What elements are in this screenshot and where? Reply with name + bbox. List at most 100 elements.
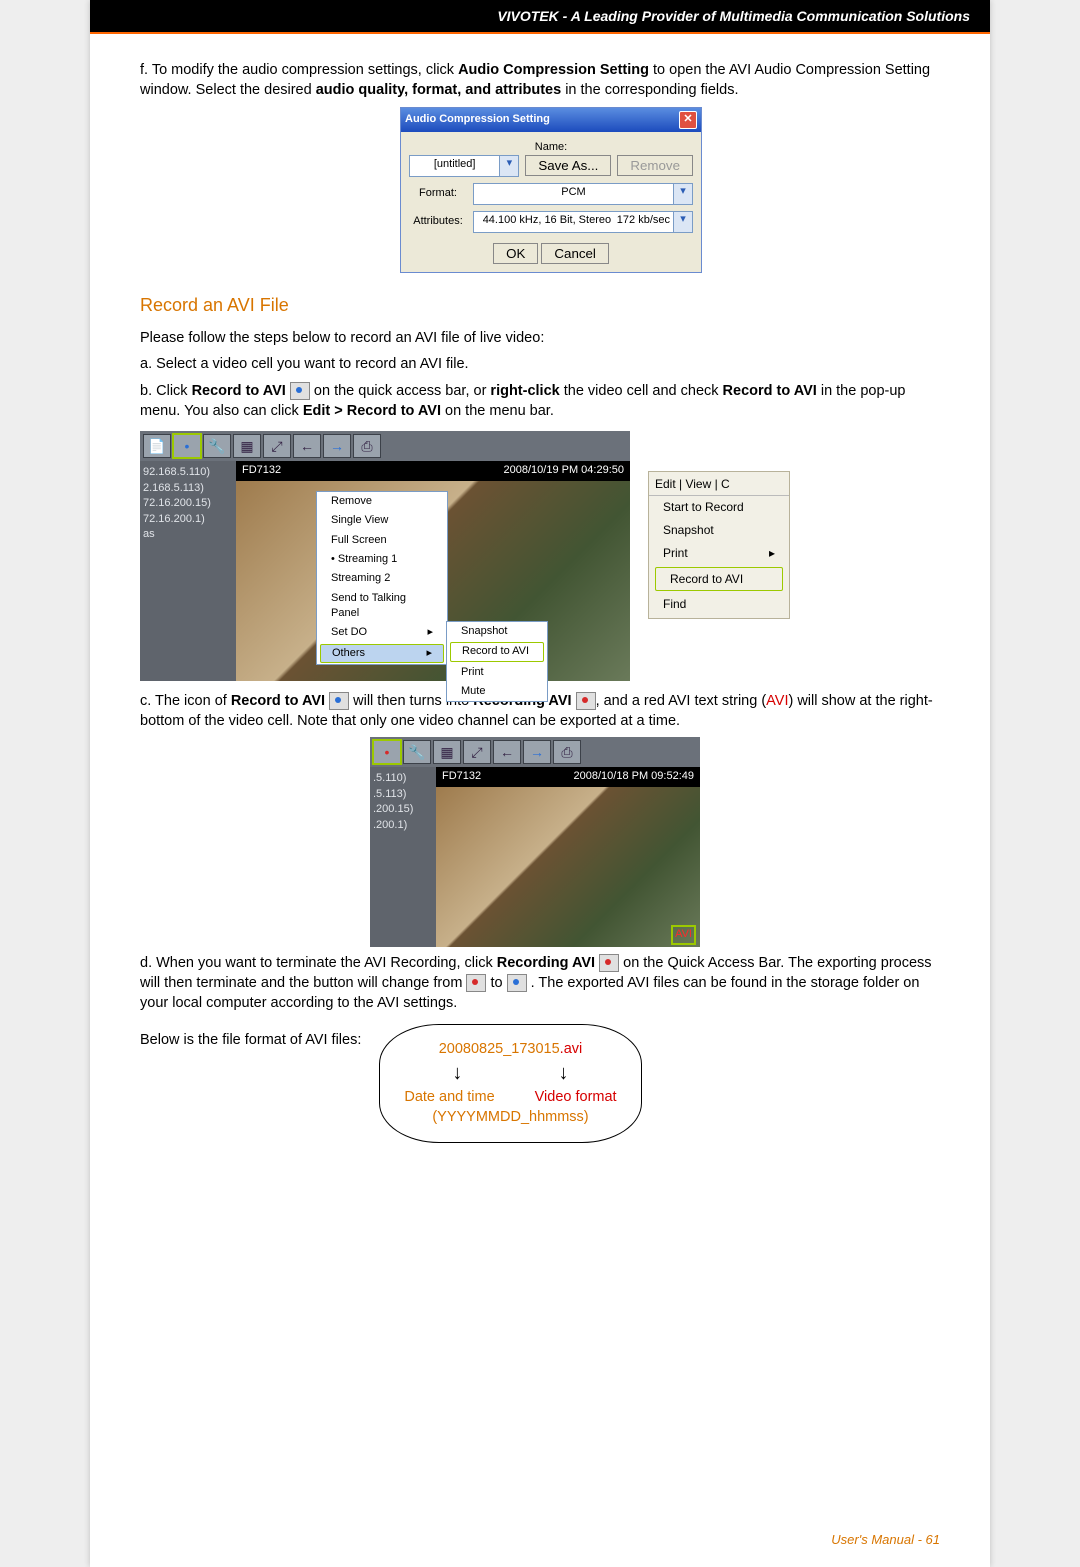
- toolbar-btn[interactable]: 🔧: [203, 434, 231, 458]
- toolbar-btn[interactable]: ⎙: [353, 434, 381, 458]
- menu-item[interactable]: Mute: [447, 682, 547, 701]
- menu-item[interactable]: Snapshot: [649, 519, 789, 542]
- menu-item[interactable]: Single View: [317, 511, 447, 530]
- list-item[interactable]: as: [143, 527, 233, 542]
- text: on the menu bar.: [441, 403, 554, 419]
- menu-item[interactable]: Set DO▸: [317, 623, 447, 642]
- bold-text: Record to AVI: [231, 693, 325, 709]
- below-text: Below is the file format of AVI files:: [140, 1024, 361, 1050]
- list-item[interactable]: .5.110): [373, 771, 433, 786]
- recording-avi-button[interactable]: •: [373, 740, 401, 764]
- avi-badge: AVI: [671, 925, 696, 944]
- attributes-select[interactable]: 44.100 kHz, 16 Bit, Stereo 172 kb/sec: [473, 211, 674, 233]
- name-input[interactable]: [untitled]: [409, 155, 500, 177]
- menu-item[interactable]: Full Screen: [317, 531, 447, 550]
- list-item[interactable]: .5.113): [373, 787, 433, 802]
- forward-button[interactable]: →: [523, 740, 551, 764]
- record-avi-icon: [290, 382, 310, 400]
- menu-item[interactable]: Send to Talking Panel: [317, 589, 447, 624]
- step-f: f. To modify the audio compression setti…: [140, 60, 940, 101]
- list-item[interactable]: .200.1): [373, 818, 433, 833]
- menu-tabs[interactable]: Edit | View | C: [649, 474, 789, 496]
- timestamp: 2008/10/18 PM 09:52:49: [574, 769, 694, 784]
- video-format-label: Video format: [535, 1087, 617, 1107]
- recording-avi-icon: [466, 974, 486, 992]
- list-item[interactable]: 2.168.5.113): [143, 481, 233, 496]
- file-extension: .avi: [560, 1041, 583, 1057]
- menu-item-others[interactable]: Others▸: [320, 644, 444, 663]
- cancel-button[interactable]: Cancel: [541, 243, 609, 264]
- toolbar-btn[interactable]: ⤢: [263, 434, 291, 458]
- bold-text: Edit > Record to AVI: [303, 403, 441, 419]
- page-content: f. To modify the audio compression setti…: [90, 34, 990, 1163]
- camera-name: FD7132: [242, 463, 281, 478]
- date-format-pattern: (YYYYMMDD_hhmmss): [404, 1107, 616, 1127]
- toolbar-btn[interactable]: 📄: [143, 434, 171, 458]
- text: c. The icon of: [140, 693, 231, 709]
- record-avi-icon: [329, 692, 349, 710]
- save-as-button[interactable]: Save As...: [525, 155, 611, 176]
- camera-ip-list: .5.110) .5.113) .200.15) .200.1): [370, 767, 436, 946]
- chevron-down-icon[interactable]: ▾: [674, 211, 693, 233]
- date-time-label: Date and time: [404, 1087, 494, 1107]
- text: in the corresponding fields.: [561, 82, 738, 98]
- name-label: Name:: [409, 140, 693, 155]
- video-cell[interactable]: AVI: [436, 787, 700, 947]
- text: f. To modify the audio compression setti…: [140, 62, 458, 78]
- bold-text: Record to AVI: [192, 383, 286, 399]
- toolbar-btn[interactable]: ⤢: [463, 740, 491, 764]
- toolbar-btn[interactable]: ⎙: [553, 740, 581, 764]
- intro-text: Please follow the steps below to record …: [140, 328, 940, 348]
- chevron-down-icon[interactable]: ▾: [500, 155, 519, 177]
- menu-item[interactable]: • Streaming 1: [317, 550, 447, 569]
- menu-item[interactable]: Streaming 2: [317, 569, 447, 588]
- format-select[interactable]: PCM: [473, 183, 674, 205]
- bold-text: Audio Compression Setting: [458, 62, 649, 78]
- bold-text: Record to AVI: [723, 383, 817, 399]
- menu-item[interactable]: Snapshot: [447, 622, 547, 641]
- list-item[interactable]: 92.168.5.110): [143, 465, 233, 480]
- menu-item[interactable]: Start to Record: [649, 496, 789, 519]
- section-title: Record an AVI File: [140, 293, 940, 318]
- quick-access-toolbar: 📄 • 🔧 ▦ ⤢ ← → ⎙: [140, 431, 630, 461]
- menu-item-record-avi[interactable]: Record to AVI: [655, 567, 783, 592]
- bold-text: audio quality, format, and attributes: [316, 82, 561, 98]
- ok-button[interactable]: OK: [493, 243, 538, 264]
- remove-button: Remove: [617, 155, 693, 176]
- quick-access-toolbar: • 🔧 ▦ ⤢ ← → ⎙: [370, 737, 700, 767]
- close-icon[interactable]: ✕: [679, 111, 697, 129]
- step-a: a. Select a video cell you want to recor…: [140, 354, 940, 374]
- list-item[interactable]: 72.16.200.15): [143, 496, 233, 511]
- page-header: VIVOTEK - A Leading Provider of Multimed…: [90, 0, 990, 34]
- dialog-title: Audio Compression Setting: [405, 112, 550, 127]
- chevron-down-icon[interactable]: ▾: [674, 183, 693, 205]
- bold-text: right-click: [490, 383, 559, 399]
- file-format-diagram: 20080825_173015.avi ↓ ↓ Date and time Vi…: [379, 1024, 641, 1143]
- toolbar-btn[interactable]: ▦: [433, 740, 461, 764]
- video-window-2: • 🔧 ▦ ⤢ ← → ⎙ .5.110) .5.113) .200.15) .…: [370, 737, 700, 946]
- back-button[interactable]: ←: [493, 740, 521, 764]
- attributes-label: Attributes:: [409, 214, 467, 229]
- menu-item-record-avi[interactable]: Record to AVI: [450, 642, 544, 661]
- audio-compression-dialog: Audio Compression Setting ✕ Name: [untit…: [400, 107, 702, 273]
- back-button[interactable]: ←: [293, 434, 321, 458]
- menu-item[interactable]: Remove: [317, 492, 447, 511]
- forward-button[interactable]: →: [323, 434, 351, 458]
- menu-item[interactable]: Find: [649, 593, 789, 616]
- format-label: Format:: [409, 186, 467, 201]
- text: b. Click: [140, 383, 192, 399]
- list-item[interactable]: 72.16.200.1): [143, 512, 233, 527]
- list-item[interactable]: .200.15): [373, 802, 433, 817]
- step-b: b. Click Record to AVI on the quick acce…: [140, 381, 940, 422]
- toolbar-btn[interactable]: ▦: [233, 434, 261, 458]
- menu-item[interactable]: Print: [649, 542, 789, 565]
- recording-avi-icon: [576, 692, 596, 710]
- context-submenu: Snapshot Record to AVI Print Mute: [446, 621, 548, 703]
- toolbar-btn[interactable]: 🔧: [403, 740, 431, 764]
- timestamp: 2008/10/19 PM 04:29:50: [504, 463, 624, 478]
- avi-text: AVI: [766, 693, 788, 709]
- arrow-down-icon: ↓: [559, 1059, 569, 1087]
- record-avi-button[interactable]: •: [173, 434, 201, 458]
- video-cell[interactable]: Remove Single View Full Screen • Streami…: [236, 481, 630, 681]
- menu-item[interactable]: Print: [447, 663, 547, 682]
